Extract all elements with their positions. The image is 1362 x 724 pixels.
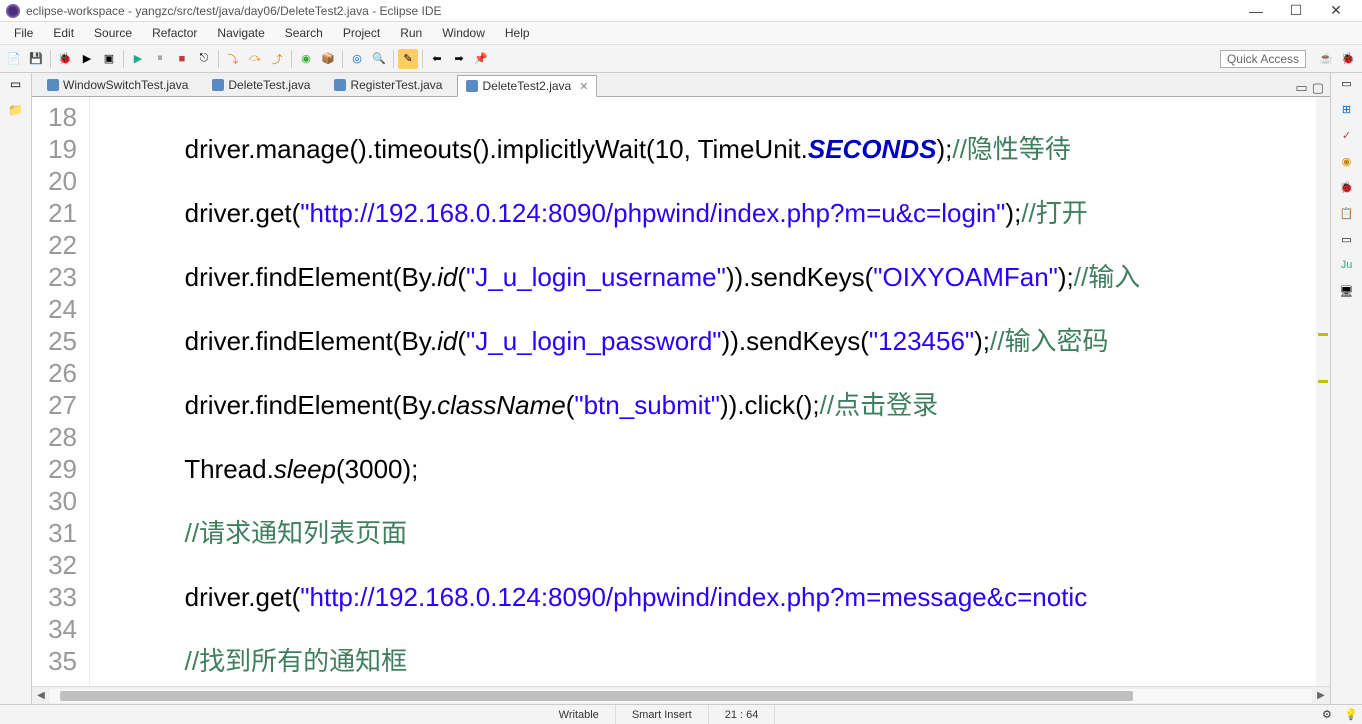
task-list-icon[interactable]: ✓ bbox=[1337, 129, 1357, 147]
resume-icon[interactable]: ▶ bbox=[128, 49, 148, 69]
restore2-icon[interactable]: ▭ bbox=[1337, 233, 1357, 251]
outline-icon[interactable]: ⊞ bbox=[1337, 103, 1357, 121]
scroll-left-icon[interactable]: ◀ bbox=[32, 690, 50, 701]
tab-windowswitchtest[interactable]: WindowSwitchTest.java bbox=[38, 74, 197, 96]
status-writable: Writable bbox=[543, 705, 616, 724]
menu-bar: File Edit Source Refactor Navigate Searc… bbox=[0, 22, 1362, 45]
right-trim: ▭ ⊞ ✓ ◉ 🐞 📋 ▭ Ju 🖥 bbox=[1330, 73, 1362, 704]
left-trim: ▭ 📁 bbox=[0, 73, 32, 704]
step-into-icon[interactable]: ⤵ bbox=[223, 49, 243, 69]
nav-next-icon[interactable]: ➡ bbox=[449, 49, 469, 69]
menu-navigate[interactable]: Navigate bbox=[207, 23, 274, 43]
title-bar: eclipse-workspace - yangzc/src/test/java… bbox=[0, 0, 1362, 22]
package-explorer-icon[interactable]: 📁 bbox=[7, 103, 25, 121]
horizontal-scrollbar[interactable]: ◀ ▶ bbox=[32, 686, 1330, 704]
code-area[interactable]: driver.manage().timeouts().implicitlyWai… bbox=[90, 97, 1330, 686]
toolbar: 📄 💾 🐞 ▶ ▣ ▶ ⏸ ■ ⎋ ⤵ ⤼ ⤴ ◉ 📦 ◎ 🔍 ✎ ⬅ ➡ 📌 … bbox=[0, 45, 1362, 73]
close-button[interactable]: ✕ bbox=[1316, 2, 1356, 19]
maximize-editor-icon[interactable]: ▢ bbox=[1312, 80, 1324, 96]
perspective-java-icon[interactable]: ☕ bbox=[1316, 49, 1336, 69]
save-button[interactable]: 💾 bbox=[26, 49, 46, 69]
tab-deletetest2[interactable]: DeleteTest2.java✕ bbox=[457, 75, 597, 97]
menu-project[interactable]: Project bbox=[333, 23, 390, 43]
step-return-icon[interactable]: ⤴ bbox=[267, 49, 287, 69]
new-class-icon[interactable]: ◉ bbox=[296, 49, 316, 69]
tab-registertest[interactable]: RegisterTest.java bbox=[325, 74, 451, 96]
scroll-right-icon[interactable]: ▶ bbox=[1312, 690, 1330, 701]
build-status-icon[interactable]: ⚙ bbox=[1322, 708, 1336, 722]
new-button[interactable]: 📄 bbox=[4, 49, 24, 69]
java-file-icon bbox=[334, 79, 346, 91]
java-file-icon bbox=[47, 79, 59, 91]
close-tab-icon[interactable]: ✕ bbox=[579, 80, 588, 93]
java-file-icon bbox=[466, 80, 478, 92]
maximize-button[interactable]: ☐ bbox=[1276, 2, 1316, 19]
menu-run[interactable]: Run bbox=[390, 23, 432, 43]
run-button[interactable]: ▶ bbox=[77, 49, 97, 69]
menu-help[interactable]: Help bbox=[495, 23, 540, 43]
step-over-icon[interactable]: ⤼ bbox=[245, 49, 265, 69]
restore-right-icon[interactable]: ▭ bbox=[1337, 77, 1357, 95]
java-file-icon bbox=[212, 79, 224, 91]
minimize-button[interactable]: — bbox=[1236, 3, 1276, 19]
pin-icon[interactable]: 📌 bbox=[471, 49, 491, 69]
nav-prev-icon[interactable]: ⬅ bbox=[427, 49, 447, 69]
breakpoints-icon[interactable]: ◉ bbox=[1337, 155, 1357, 173]
search-icon[interactable]: 🔍 bbox=[369, 49, 389, 69]
menu-search[interactable]: Search bbox=[275, 23, 333, 43]
variables-icon[interactable]: 📋 bbox=[1337, 207, 1357, 225]
suspend-icon[interactable]: ⏸ bbox=[150, 49, 170, 69]
debug-button[interactable]: 🐞 bbox=[55, 49, 75, 69]
editor-tabs: WindowSwitchTest.java DeleteTest.java Re… bbox=[32, 73, 1330, 97]
status-bar: Writable Smart Insert 21 : 64 ⚙ 💡 bbox=[0, 704, 1362, 724]
status-insert-mode: Smart Insert bbox=[616, 705, 709, 724]
eclipse-icon bbox=[6, 4, 20, 18]
coverage-button[interactable]: ▣ bbox=[99, 49, 119, 69]
minimize-editor-icon[interactable]: ▭ bbox=[1295, 80, 1307, 96]
code-editor[interactable]: 181920212223242526272829303132333435 dri… bbox=[32, 97, 1330, 686]
expressions-icon[interactable]: 🐞 bbox=[1337, 181, 1357, 199]
junit-icon[interactable]: Ju bbox=[1337, 259, 1357, 277]
perspective-debug-icon[interactable]: 🐞 bbox=[1338, 49, 1358, 69]
quick-access[interactable]: Quick Access bbox=[1220, 50, 1306, 68]
menu-source[interactable]: Source bbox=[84, 23, 142, 43]
scroll-thumb[interactable] bbox=[60, 691, 1133, 701]
toggle-mark-icon[interactable]: ✎ bbox=[398, 49, 418, 69]
menu-refactor[interactable]: Refactor bbox=[142, 23, 207, 43]
disconnect-icon[interactable]: ⎋ bbox=[194, 49, 214, 69]
restore-icon[interactable]: ▭ bbox=[7, 77, 25, 95]
new-package-icon[interactable]: 📦 bbox=[318, 49, 338, 69]
line-gutter: 181920212223242526272829303132333435 bbox=[32, 97, 90, 686]
terminate-icon[interactable]: ■ bbox=[172, 49, 192, 69]
console-icon[interactable]: 🖥 bbox=[1337, 285, 1357, 303]
menu-edit[interactable]: Edit bbox=[43, 23, 84, 43]
status-cursor-position: 21 : 64 bbox=[709, 705, 776, 724]
window-title: eclipse-workspace - yangzc/src/test/java… bbox=[26, 4, 1236, 18]
tip-icon[interactable]: 💡 bbox=[1344, 708, 1358, 722]
tab-deletetest[interactable]: DeleteTest.java bbox=[203, 74, 319, 96]
menu-window[interactable]: Window bbox=[432, 23, 495, 43]
menu-file[interactable]: File bbox=[4, 23, 43, 43]
open-type-icon[interactable]: ◎ bbox=[347, 49, 367, 69]
overview-ruler[interactable] bbox=[1316, 97, 1330, 686]
